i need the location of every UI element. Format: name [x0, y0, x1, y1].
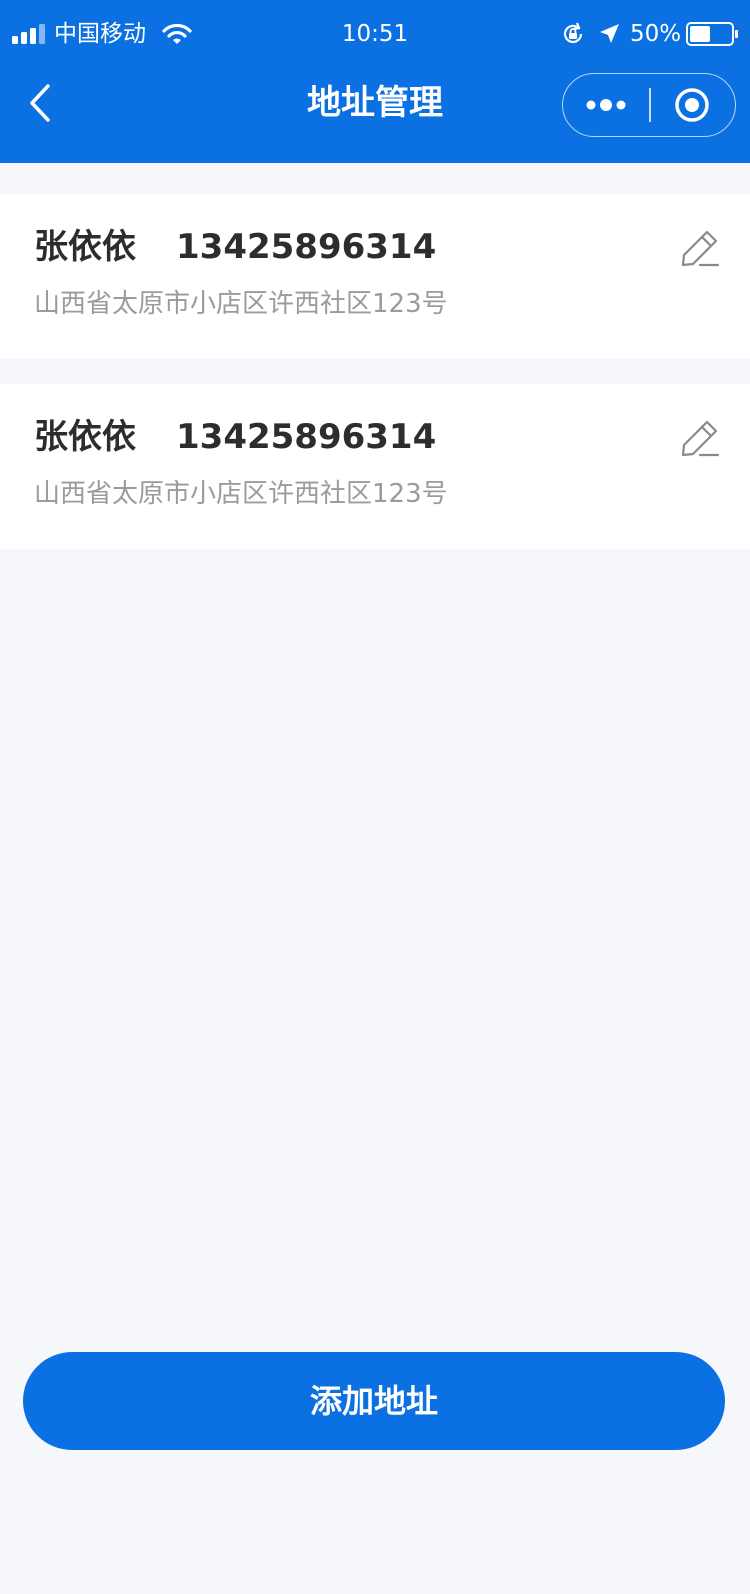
- address-card[interactable]: 张依依 13425896314 山西省太原市小店区许西社区123号: [0, 384, 750, 549]
- add-address-button[interactable]: 添加地址: [23, 1352, 725, 1450]
- pencil-icon[interactable]: [680, 228, 720, 268]
- address-text: 山西省太原市小店区许西社区123号: [34, 479, 448, 509]
- target-close-icon[interactable]: [651, 74, 735, 135]
- rotation-lock-icon: [563, 22, 583, 43]
- contact-name: 张依依: [34, 227, 136, 267]
- contact-phone: 13425896314: [176, 417, 437, 457]
- app-header: 中国移动 10:51 50% 地址管理: [0, 0, 750, 163]
- battery-icon: [686, 22, 738, 46]
- mini-program-capsule: [562, 73, 736, 137]
- contact-phone: 13425896314: [176, 227, 437, 267]
- pencil-icon[interactable]: [680, 418, 720, 458]
- status-bar: 中国移动 10:51 50%: [0, 0, 750, 70]
- location-arrow-icon: [600, 24, 619, 43]
- contact-name: 张依依: [34, 417, 136, 457]
- more-dots-icon[interactable]: [563, 74, 649, 135]
- battery-percent: 50%: [630, 21, 682, 47]
- address-card[interactable]: 张依依 13425896314 山西省太原市小店区许西社区123号: [0, 194, 750, 359]
- address-text: 山西省太原市小店区许西社区123号: [34, 289, 448, 319]
